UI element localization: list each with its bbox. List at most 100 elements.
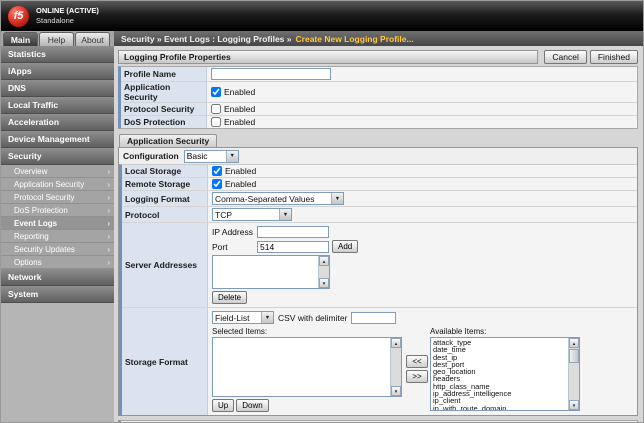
configuration-row: Configuration Basic <box>119 148 637 164</box>
main-content: Logging Profile Properties Cancel Finish… <box>114 46 643 422</box>
server-address-list[interactable] <box>212 255 330 289</box>
sidebar-item-dos-protection[interactable]: DoS Protection <box>1 204 114 217</box>
selected-value: Comma-Separated Values <box>215 194 315 204</box>
sidebar-item-event-logs[interactable]: Event Logs <box>1 217 114 230</box>
tab-main[interactable]: Main <box>3 32 38 46</box>
sidebar-subitem-label: DoS Protection <box>14 206 68 215</box>
sidebar-item-device-management[interactable]: Device Management <box>1 131 114 148</box>
logging-format-label: Logging Format <box>122 191 208 206</box>
configuration-select[interactable]: Basic <box>184 150 239 163</box>
scrollbar[interactable] <box>568 338 579 410</box>
dos-protection-checkbox[interactable] <box>211 117 221 127</box>
scroll-down-icon[interactable] <box>391 386 401 396</box>
sidebar-item-options[interactable]: Options <box>1 256 114 269</box>
chevron-right-icon <box>107 258 110 267</box>
table-row: Remote Storage Enabled <box>122 178 637 191</box>
tab-strip: Application Security <box>118 134 638 147</box>
profile-name-label: Profile Name <box>121 67 207 81</box>
tab-application-security[interactable]: Application Security <box>119 134 217 147</box>
chevron-right-icon <box>107 193 110 202</box>
scroll-down-icon[interactable] <box>319 278 329 288</box>
table-row: Local Storage Enabled <box>122 165 637 178</box>
port-input[interactable] <box>257 241 329 253</box>
device-status: ONLINE (ACTIVE) Standalone <box>36 6 99 26</box>
list-item[interactable]: ip_with_route_domain <box>431 405 568 410</box>
scrollbar-thumb[interactable] <box>569 349 579 363</box>
available-items-list[interactable]: attack_type date_time dest_ip dest_port … <box>430 337 580 411</box>
csv-delimiter-input[interactable] <box>351 312 396 324</box>
delete-row: Delete <box>212 291 633 304</box>
application-security-panel: Configuration Basic Local Storage Enable… <box>118 147 638 416</box>
selected-items-list[interactable] <box>212 337 402 397</box>
profile-name-input[interactable] <box>211 68 331 80</box>
breadcrumb: Security » Event Logs : Logging Profiles… <box>114 31 643 46</box>
delete-button[interactable]: Delete <box>212 291 247 304</box>
nav-tabs: Main Help About <box>1 31 114 46</box>
sidebar-item-dns[interactable]: DNS <box>1 80 114 97</box>
local-storage-checkbox[interactable] <box>212 166 222 176</box>
enabled-label: Enabled <box>224 104 255 114</box>
sidebar-item-security[interactable]: Security <box>1 148 114 165</box>
sidebar-item-system[interactable]: System <box>1 286 114 303</box>
sidebar-item-reporting[interactable]: Reporting <box>1 230 114 243</box>
status-standalone: Standalone <box>36 16 99 26</box>
add-button[interactable]: Add <box>332 240 358 253</box>
storage-filter-select[interactable]: Basic <box>185 422 240 423</box>
reorder-buttons: Up Down <box>212 399 404 412</box>
move-right-button[interactable]: >> <box>406 370 427 383</box>
scroll-up-icon[interactable] <box>319 256 329 266</box>
remote-storage-checkbox[interactable] <box>212 179 222 189</box>
chevron-down-icon <box>226 151 238 162</box>
ip-address-input[interactable] <box>257 226 329 238</box>
scroll-down-icon[interactable] <box>569 400 579 410</box>
sidebar-item-iapps[interactable]: iApps <box>1 63 114 80</box>
nav-row: Main Help About Security » Event Logs : … <box>1 31 643 46</box>
sidebar-item-label: iApps <box>8 66 32 76</box>
title-bar: f5 ONLINE (ACTIVE) Standalone <box>1 1 643 31</box>
sidebar-item-label: Network <box>8 272 42 282</box>
table-row: DoS Protection Enabled <box>121 116 637 128</box>
sidebar-item-statistics[interactable]: Statistics <box>1 46 114 63</box>
tab-about[interactable]: About <box>75 32 110 46</box>
sidebar-item-protocol-security[interactable]: Protocol Security <box>1 191 114 204</box>
application-security-checkbox[interactable] <box>211 87 221 97</box>
chevron-down-icon <box>331 193 343 204</box>
logging-format-select[interactable]: Comma-Separated Values <box>212 192 344 205</box>
storage-format-select[interactable]: Field-List <box>212 311 274 324</box>
down-button[interactable]: Down <box>236 399 268 412</box>
configuration-label: Configuration <box>123 151 179 161</box>
breadcrumb-current[interactable]: Create New Logging Profile... <box>296 34 414 44</box>
protocol-select[interactable]: TCP <box>212 208 292 221</box>
table-row: Application Security Enabled <box>121 82 637 103</box>
scroll-up-icon[interactable] <box>391 338 401 348</box>
section-title: Logging Profile Properties <box>118 50 538 64</box>
table-row: Logging Format Comma-Separated Values <box>122 191 637 207</box>
move-left-button[interactable]: << <box>406 355 427 368</box>
cancel-button-top[interactable]: Cancel <box>544 50 586 64</box>
csv-delimiter-label: CSV with delimiter <box>278 313 347 323</box>
selected-value: Basic <box>187 151 208 161</box>
chevron-down-icon <box>279 209 291 220</box>
sidebar-item-application-security[interactable]: Application Security <box>1 178 114 191</box>
move-buttons: << >> <box>404 355 430 383</box>
sidebar-item-acceleration[interactable]: Acceleration <box>1 114 114 131</box>
tab-help[interactable]: Help <box>39 32 74 46</box>
storage-filter-block: Storage Filter Basic Request Type Illega… <box>118 420 638 422</box>
app-window: f5 ONLINE (ACTIVE) Standalone Main Help … <box>0 0 644 423</box>
scroll-up-icon[interactable] <box>569 338 579 348</box>
enabled-label: Enabled <box>225 179 256 189</box>
sidebar-item-overview[interactable]: Overview <box>1 165 114 178</box>
scrollbar[interactable] <box>390 338 401 396</box>
protocol-security-label: Protocol Security <box>121 103 207 115</box>
up-button[interactable]: Up <box>212 399 234 412</box>
enabled-label: Enabled <box>224 117 255 127</box>
finished-button-top[interactable]: Finished <box>590 50 638 64</box>
sidebar-item-security-updates[interactable]: Security Updates <box>1 243 114 256</box>
sidebar-item-label: Security <box>8 151 42 161</box>
scrollbar[interactable] <box>318 256 329 288</box>
sidebar-item-local-traffic[interactable]: Local Traffic <box>1 97 114 114</box>
remote-storage-cell: Enabled <box>208 178 637 190</box>
protocol-security-checkbox[interactable] <box>211 104 221 114</box>
sidebar-item-network[interactable]: Network <box>1 269 114 286</box>
sidebar-subitem-label: Application Security <box>14 180 84 189</box>
